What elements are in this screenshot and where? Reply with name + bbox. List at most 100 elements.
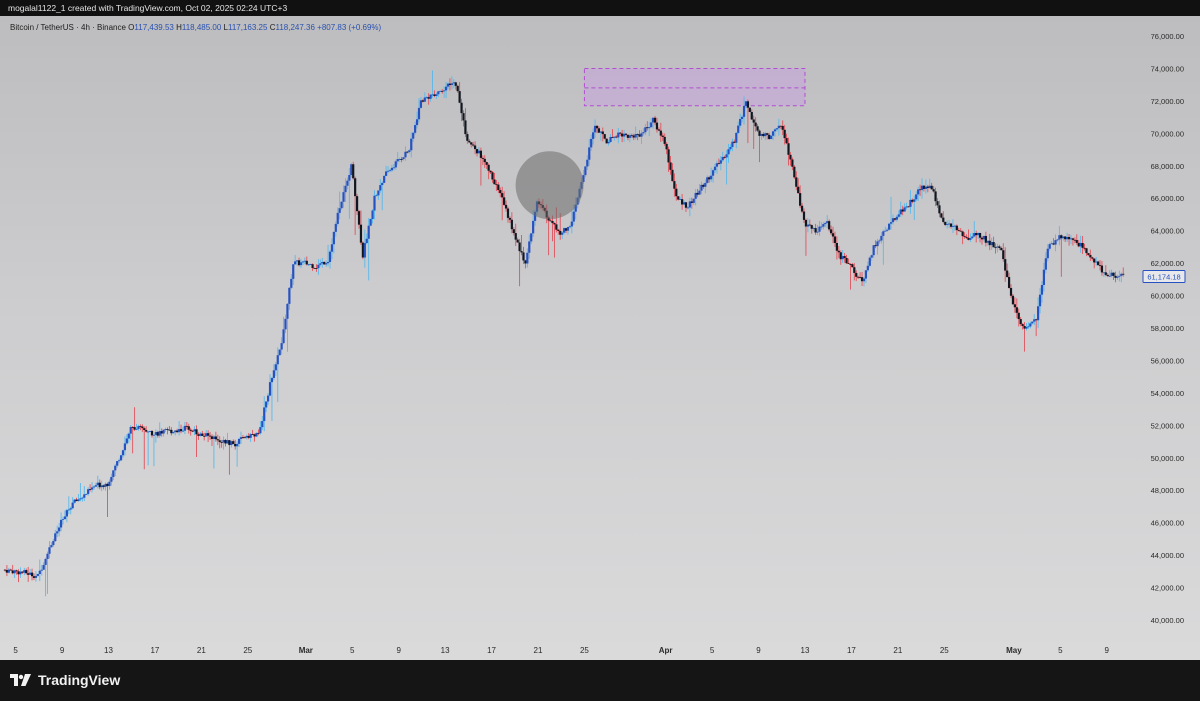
x-tick-label: 13: [801, 646, 810, 655]
candle-body: [421, 100, 424, 102]
candle-body: [791, 159, 794, 167]
candle-body: [907, 206, 910, 208]
candle-body: [241, 437, 245, 438]
y-tick-label: 66,000.00: [1151, 194, 1184, 203]
candle-body: [203, 435, 206, 437]
candle-body: [570, 221, 573, 227]
candle-body: [644, 127, 647, 133]
price-axis: 40,000.00 42,000.00 44,000.00 46,000.00 48,0…: [1151, 32, 1184, 625]
candle-body: [810, 225, 813, 229]
candle-body: [96, 482, 99, 486]
candle-body: [373, 195, 376, 211]
candle-body: [296, 260, 299, 262]
candle-body: [1007, 277, 1011, 288]
candle-body: [474, 145, 477, 150]
candle-body: [1056, 239, 1059, 241]
candle-body: [667, 149, 670, 163]
candle-body: [754, 122, 757, 127]
candle-body: [820, 226, 823, 228]
candle-body: [251, 434, 254, 435]
candle-body: [626, 134, 630, 138]
candle-body: [354, 178, 357, 197]
candle-body: [940, 213, 943, 218]
high-value: 118,485.00: [181, 23, 222, 32]
candle-body: [913, 199, 916, 202]
y-tick-label: 46,000.00: [1151, 519, 1184, 528]
candle-body: [978, 232, 982, 238]
candle-body: [818, 226, 821, 232]
candle-body: [294, 261, 297, 265]
y-tick-label: 48,000.00: [1151, 486, 1184, 495]
candle-body: [454, 82, 457, 86]
candle-body: [369, 219, 372, 226]
x-tick-label: 5: [710, 646, 715, 655]
candle-body: [524, 260, 527, 264]
candle-body: [425, 97, 428, 98]
candle-body: [396, 159, 399, 162]
candle-body: [34, 575, 38, 578]
candle-body: [319, 263, 322, 265]
candle-body: [899, 209, 902, 215]
candle-body: [607, 142, 610, 144]
candle-body: [586, 159, 589, 167]
candle-body: [973, 232, 976, 237]
resistance-zone: [583, 67, 806, 107]
candle-body: [125, 438, 128, 444]
candle-body: [750, 111, 753, 120]
chart-area[interactable]: 40,000.00 42,000.00 44,000.00 46,000.00 48,0…: [0, 16, 1200, 660]
candle-body: [953, 225, 957, 227]
candle-body: [446, 83, 450, 87]
candle-body: [466, 134, 469, 141]
candle-body: [224, 439, 227, 444]
candle-body: [110, 476, 113, 482]
candle-body: [1120, 273, 1123, 276]
candle-body: [655, 122, 659, 130]
candle-body: [512, 229, 515, 234]
candle-body: [483, 158, 486, 163]
last-price-label: 61,174.18: [1147, 273, 1180, 282]
candle-body: [185, 425, 188, 427]
candle-body: [828, 221, 831, 230]
candle-body: [108, 481, 111, 487]
candle-body: [1054, 240, 1057, 245]
candle-body: [597, 128, 601, 133]
candle-body: [129, 426, 132, 434]
candle-body: [1006, 270, 1009, 278]
candle-body: [280, 343, 283, 350]
candle-body: [1002, 250, 1005, 260]
candle-body: [458, 91, 461, 103]
candle-body: [443, 90, 446, 92]
candle-body: [249, 434, 252, 438]
candle-body: [390, 167, 394, 171]
candle-body: [516, 239, 519, 243]
candle-body: [891, 218, 895, 223]
candle-body: [992, 242, 995, 248]
candle-body: [100, 485, 103, 488]
candle-body: [137, 426, 140, 429]
candle-body: [85, 493, 88, 495]
candle-body: [1064, 236, 1067, 240]
candle-body: [681, 199, 684, 205]
candle-body: [711, 170, 715, 176]
candle-body: [572, 211, 575, 222]
candle-body: [487, 164, 490, 171]
candle-body: [553, 223, 556, 225]
candle-body: [744, 101, 748, 106]
x-tick-label: May: [1006, 646, 1022, 655]
candle-body: [504, 204, 508, 209]
candle-body: [462, 113, 465, 121]
candle-body: [566, 226, 570, 231]
candle-body: [59, 519, 63, 528]
candle-body: [789, 154, 792, 160]
candle-body: [518, 242, 521, 252]
price-chart[interactable]: 40,000.00 42,000.00 44,000.00 46,000.00 48,0…: [0, 16, 1200, 660]
candle-body: [868, 257, 871, 266]
candle-body: [377, 190, 380, 196]
candle-body: [911, 199, 914, 202]
candle-body: [92, 486, 96, 488]
candle-body: [11, 570, 14, 574]
candle-body: [237, 438, 241, 444]
candle-body: [168, 429, 171, 431]
candle-body: [290, 278, 293, 288]
symbol-legend: Bitcoin / TetherUS · 4h · Binance O117,4…: [10, 23, 381, 32]
